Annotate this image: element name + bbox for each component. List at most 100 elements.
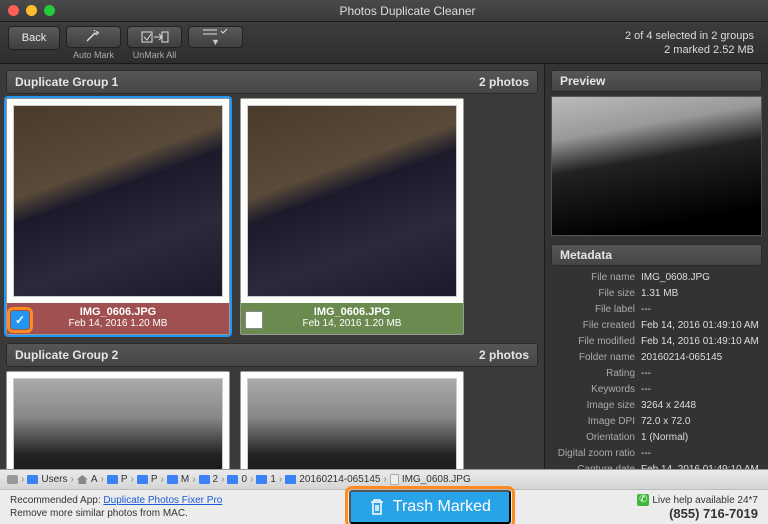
metadata-value: --- [641, 446, 762, 462]
recommended-app: Recommended App: Duplicate Photos Fixer … [10, 494, 222, 520]
group-title: Duplicate Group 2 [15, 348, 118, 362]
photo-thumbnail[interactable] [241, 99, 463, 303]
metadata-row: Capture dateFeb 14, 2016 01:49:10 AM [551, 462, 762, 469]
bc-folder[interactable]: P [134, 474, 161, 485]
folder-icon [285, 475, 296, 484]
live-help: Live help available 24*7 (855) 716-7019 [637, 494, 758, 520]
metadata-list: File nameIMG_0608.JPGFile size1.31 MBFil… [551, 270, 762, 469]
group-header[interactable]: Duplicate Group 2 2 photos [6, 343, 538, 367]
folder-icon [256, 475, 267, 484]
photo-meta: Feb 14, 2016 1.20 MB [13, 318, 223, 329]
photo-card[interactable]: IMG_0606.JPG Feb 14, 2016 1.20 MB [6, 98, 230, 335]
metadata-value: IMG_0608.JPG [641, 270, 762, 286]
unmark-all-button[interactable] [127, 26, 182, 48]
bc-folder[interactable]: P [104, 474, 131, 485]
photo-thumbnail[interactable] [7, 99, 229, 303]
bc-folder[interactable]: 20160214-065145 [282, 474, 383, 485]
folder-icon [27, 475, 38, 484]
recommended-app-link[interactable]: Duplicate Photos Fixer Pro [103, 495, 222, 506]
details-panel: Preview Metadata File nameIMG_0608.JPGFi… [544, 64, 768, 469]
metadata-key: Digital zoom ratio [551, 446, 641, 462]
photo-filename: IMG_0606.JPG [247, 306, 457, 318]
selection-status: 2 of 4 selected in 2 groups 2 marked 2.5… [625, 29, 760, 57]
metadata-value: --- [641, 366, 762, 382]
minimize-window[interactable] [26, 5, 37, 16]
group-header[interactable]: Duplicate Group 1 2 photos [6, 70, 538, 94]
metadata-value: 1 (Normal) [641, 430, 762, 446]
metadata-row: Image DPI72.0 x 72.0 [551, 414, 762, 430]
metadata-key: File label [551, 302, 641, 318]
auto-mark-button[interactable] [66, 26, 121, 48]
folder-icon [137, 475, 148, 484]
bc-file[interactable]: IMG_0608.JPG [387, 474, 474, 485]
bc-disk[interactable] [4, 475, 21, 484]
photo-card[interactable]: IMG_0606.JPG Feb 14, 2016 1.20 MB [240, 98, 464, 335]
window-title: Photos Duplicate Cleaner [55, 4, 760, 18]
bc-home[interactable]: A [74, 474, 101, 485]
titlebar: Photos Duplicate Cleaner [0, 0, 768, 22]
bc-folder[interactable]: 2 [196, 474, 222, 485]
recommended-app-sub: Remove more similar photos from MAC. [10, 508, 188, 519]
view-options-label [214, 50, 217, 60]
trash-marked-button[interactable]: Trash Marked [349, 490, 511, 524]
metadata-row: File createdFeb 14, 2016 01:49:10 AM [551, 318, 762, 334]
photo-card[interactable] [240, 371, 464, 469]
photo-meta: Feb 14, 2016 1.20 MB [247, 318, 457, 329]
metadata-row: Rating--- [551, 366, 762, 382]
metadata-value: --- [641, 382, 762, 398]
metadata-value: Feb 14, 2016 01:49:10 AM [641, 462, 762, 469]
metadata-value: 1.31 MB [641, 286, 762, 302]
view-options-button[interactable]: ▼ [188, 26, 243, 48]
home-icon [77, 475, 88, 484]
mark-checkbox[interactable] [245, 311, 263, 329]
folder-icon [107, 475, 118, 484]
metadata-key: File created [551, 318, 641, 334]
photo-card[interactable] [6, 371, 230, 469]
photo-caption-bar: IMG_0606.JPG Feb 14, 2016 1.20 MB [7, 303, 229, 334]
metadata-key: Folder name [551, 350, 641, 366]
toolbar: Back Auto Mark UnMark All ▼ 2 of 4 selec… [0, 22, 768, 64]
metadata-key: Orientation [551, 430, 641, 446]
metadata-key: Rating [551, 366, 641, 382]
path-breadcrumb[interactable]: › Users › A › P › P › M › 2 › 0 › 1 › 20… [0, 469, 768, 489]
folder-icon [227, 475, 238, 484]
unmark-icon [140, 30, 170, 44]
photo-thumbnail[interactable] [7, 372, 229, 469]
metadata-row: Digital zoom ratio--- [551, 446, 762, 462]
wand-icon [84, 30, 104, 44]
photo-thumbnail[interactable] [241, 372, 463, 469]
close-window[interactable] [8, 5, 19, 16]
photo-caption-bar: IMG_0606.JPG Feb 14, 2016 1.20 MB [241, 303, 463, 334]
mark-checkbox[interactable] [11, 311, 29, 329]
folder-icon [167, 475, 178, 484]
group-count: 2 photos [479, 75, 529, 89]
metadata-value: --- [641, 302, 762, 318]
bc-folder[interactable]: 0 [224, 474, 250, 485]
metadata-value: Feb 14, 2016 01:49:10 AM [641, 318, 762, 334]
list-check-icon [201, 27, 231, 35]
window-controls [8, 5, 55, 16]
zoom-window[interactable] [44, 5, 55, 16]
support-phone[interactable]: (855) 716-7019 [637, 507, 758, 520]
metadata-key: File modified [551, 334, 641, 350]
group-count: 2 photos [479, 348, 529, 362]
metadata-value: 72.0 x 72.0 [641, 414, 762, 430]
metadata-key: File size [551, 286, 641, 302]
bc-folder[interactable]: M [164, 474, 192, 485]
status-line-1: 2 of 4 selected in 2 groups [625, 29, 754, 43]
duplicate-groups-panel[interactable]: Duplicate Group 1 2 photos IMG_0606.JPG … [0, 64, 544, 469]
bc-users[interactable]: Users [24, 474, 70, 485]
metadata-row: File nameIMG_0608.JPG [551, 270, 762, 286]
metadata-row: File modifiedFeb 14, 2016 01:49:10 AM [551, 334, 762, 350]
metadata-row: File size1.31 MB [551, 286, 762, 302]
phone-icon [637, 494, 649, 506]
preview-header: Preview [551, 70, 762, 92]
trash-icon [369, 498, 385, 516]
preview-image [551, 96, 762, 236]
group-title: Duplicate Group 1 [15, 75, 118, 89]
metadata-key: Image DPI [551, 414, 641, 430]
metadata-value: 20160214-065145 [641, 350, 762, 366]
bc-folder[interactable]: 1 [253, 474, 279, 485]
back-button[interactable]: Back [8, 26, 60, 50]
metadata-row: File label--- [551, 302, 762, 318]
